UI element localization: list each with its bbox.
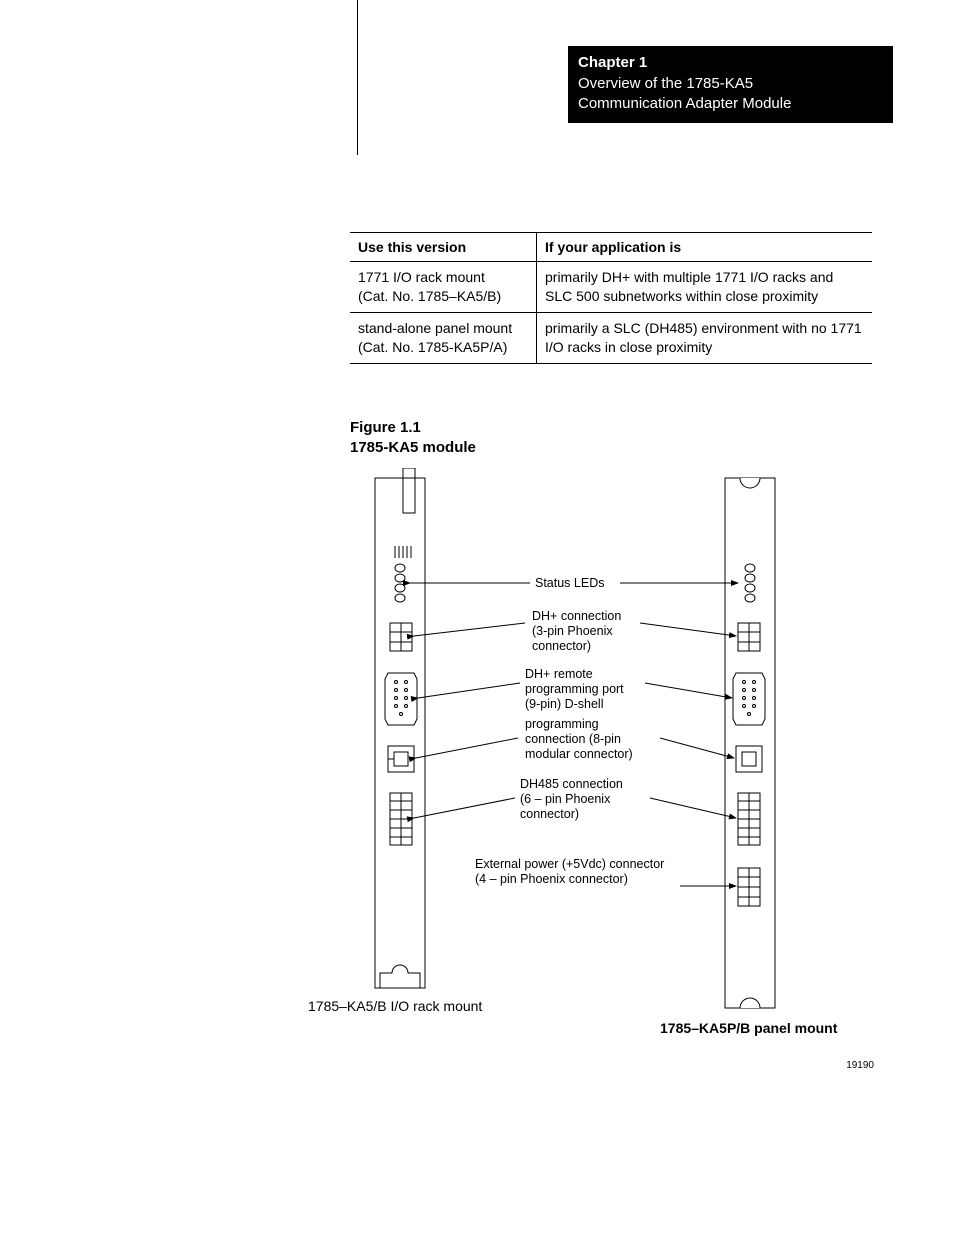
dh-plus-3pin-icon	[390, 623, 412, 651]
dshell-9pin-icon	[385, 673, 417, 725]
status-leds-icon	[745, 564, 755, 602]
module-diagram: Status LEDs DH+ connection (3-pin Phoeni…	[310, 468, 880, 1038]
chapter-subtitle-line1: Overview of the 1785-KA5	[578, 74, 883, 94]
right-module-icon	[725, 478, 775, 1008]
cell-text: primarily DH+ with multiple 1771 I/O rac…	[537, 262, 873, 313]
right-module-caption: 1785–KA5P/B panel mount	[660, 1020, 837, 1036]
annotation-ext-power: External power (+5Vdc) connector (4 – pi…	[475, 857, 668, 886]
document-number: 19190	[846, 1060, 874, 1071]
table-row: 1771 I/O rack mount (Cat. No. 1785–KA5/B…	[350, 262, 872, 313]
annotation-prog-conn: programming connection (8-pin modular co…	[525, 717, 633, 761]
annotation-status-leds: Status LEDs	[535, 576, 604, 590]
cell-text: (Cat. No. 1785–KA5/B)	[358, 288, 501, 304]
cell-text: primarily a SLC (DH485) environment with…	[537, 312, 873, 363]
cell-text: (Cat. No. 1785-KA5P/A)	[358, 339, 507, 355]
annotation-dhplus-remote: DH+ remote programming port (9-pin) D-sh…	[525, 667, 627, 711]
power-4pin-icon	[738, 868, 760, 906]
figure-number: Figure 1.1	[350, 419, 421, 436]
figure-caption: Figure 1.1 1785-KA5 module	[350, 418, 476, 459]
header-vertical-rule	[357, 0, 358, 155]
annotation-dh485: DH485 connection (6 – pin Phoenix connec…	[520, 777, 626, 821]
left-module-icon	[375, 468, 425, 988]
annotation-dhplus-conn: DH+ connection (3-pin Phoenix connector)	[532, 609, 625, 653]
table-header-application: If your application is	[537, 233, 873, 262]
chapter-subtitle-line2: Communication Adapter Module	[578, 94, 883, 114]
dh485-6pin-icon	[390, 793, 412, 845]
cell-text: stand-alone panel mount	[358, 320, 512, 336]
chapter-number: Chapter 1	[578, 54, 883, 71]
table-header-version: Use this version	[350, 233, 537, 262]
modular-8pin-icon	[388, 746, 414, 772]
chapter-header-box: Chapter 1 Overview of the 1785-KA5 Commu…	[568, 46, 893, 123]
status-leds-icon	[395, 564, 405, 602]
figure-title: 1785-KA5 module	[350, 439, 476, 456]
version-application-table: Use this version If your application is …	[350, 232, 872, 364]
cell-text: 1771 I/O rack mount	[358, 269, 485, 285]
table-row: stand-alone panel mount (Cat. No. 1785-K…	[350, 312, 872, 363]
left-module-caption: 1785–KA5/B I/O rack mount	[308, 998, 482, 1014]
